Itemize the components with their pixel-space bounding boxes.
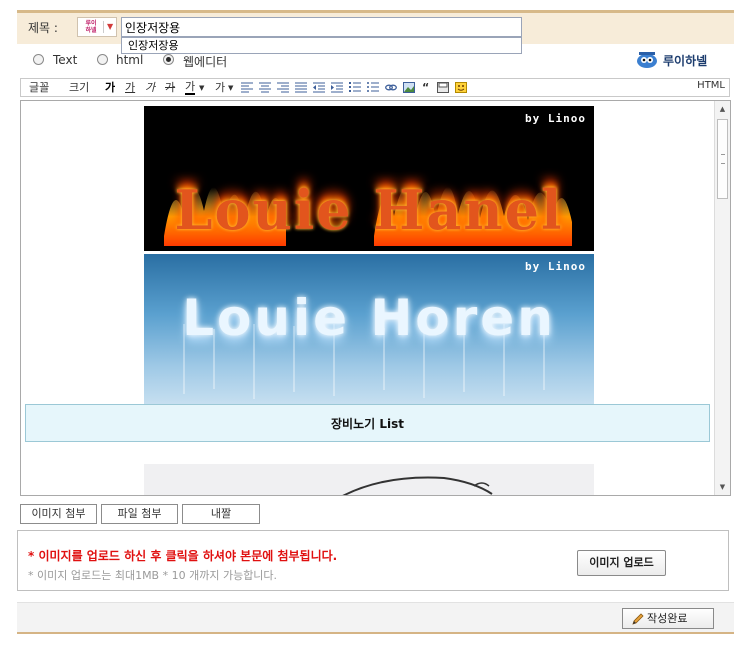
fire-banner-byline: by Linoo [525,112,586,125]
emblem-separator [103,21,104,33]
numbered-list-icon[interactable] [349,82,361,93]
footer-bar: 작성완료 [17,602,734,634]
scroll-thumb[interactable] [717,119,728,199]
image-upload-panel: * 이미지를 업로드 하신 후 클릭을 하셔야 본문에 첨부됩니다. * 이미지… [17,530,729,591]
upload-limit-note: * 이미지 업로드는 최대1MB * 10 개까지 가능합니다. [28,569,278,582]
file-attach-tab[interactable]: 파일 첨부 [101,504,178,524]
radio-webeditor-label: 웹에디터 [183,55,228,69]
italic-button[interactable]: 가 [145,80,155,96]
submit-button-label: 작성완료 [647,612,688,625]
align-center-icon[interactable] [259,82,271,93]
emblem-badge-text: 루이 하넬 [85,20,97,34]
sketch-lines [342,476,493,495]
scroll-down-arrow-icon[interactable]: ▼ [715,479,730,495]
emblem-dropdown[interactable]: 루이 하넬 ▼ [77,17,117,37]
image-upload-button[interactable]: 이미지 업로드 [577,550,666,576]
radio-webeditor-mode[interactable] [163,54,174,65]
underline-button[interactable]: 가 [125,80,135,96]
font-family-menu[interactable]: 글꼴 [29,80,49,96]
link-icon[interactable] [385,82,397,93]
bold-button[interactable]: 가 [105,80,115,96]
ice-banner-image: by Linoo Louie Horen [144,254,594,404]
emoticon-icon[interactable] [455,82,467,93]
ice-banner-byline: by Linoo [525,260,586,273]
text-color-button[interactable]: 가 [185,80,196,95]
align-left-icon[interactable] [241,82,253,93]
editor-content[interactable]: by Linoo Louie Hanel by Linoo Louie Hore… [20,100,731,496]
save-icon[interactable] [437,82,449,93]
ice-banner-title: Louie Horen [182,289,556,347]
indent-icon[interactable] [331,82,343,93]
title-label: 제목 : [28,21,58,35]
sketch-image [144,464,594,495]
brand-mascot-icon [637,52,657,68]
upload-warning-text: * 이미지를 업로드 하신 후 클릭을 하셔야 본문에 첨부됩니다. [28,549,338,563]
list-title: 장비노기 List [331,417,404,431]
bullet-list-icon[interactable] [367,82,379,93]
pencil-icon [632,613,644,625]
scroll-grip-icon [721,154,725,164]
chevron-down-icon: ▼ [107,22,114,31]
text-color-dropdown-icon[interactable]: ▼ [199,80,204,96]
brand-name[interactable]: 루이하넬 [663,52,707,69]
radio-html-mode[interactable] [97,54,108,65]
fire-banner-title: Louie Hanel [174,178,564,242]
align-right-icon[interactable] [277,82,289,93]
my-images-tab[interactable]: 내짤 [182,504,260,524]
strikethrough-button[interactable]: 가 [165,80,175,96]
bg-color-button[interactable]: 가 [215,80,225,96]
radio-text-label: Text [53,53,78,67]
image-attach-tab[interactable]: 이미지 첨부 [20,504,97,524]
radio-html-label: html [116,53,144,67]
title-autocomplete-item[interactable]: 인장저장용 [121,37,522,54]
list-header-box: 장비노기 List [25,404,710,442]
fire-banner-image: by Linoo Louie Hanel [144,106,594,251]
title-input[interactable]: 인장저장용 [121,17,522,37]
bg-color-dropdown-icon[interactable]: ▼ [228,80,233,96]
quote-icon[interactable]: “ [422,80,429,96]
editor-toolbar: 글꼴 크기 가 가 가 가 가 ▼ 가 ▼ “ HTML [20,78,730,97]
html-source-toggle[interactable]: HTML [697,80,725,91]
editor-scrollbar[interactable]: ▲ ▼ [714,101,730,495]
align-justify-icon[interactable] [295,82,307,93]
radio-text-mode[interactable] [33,54,44,65]
scroll-up-arrow-icon[interactable]: ▲ [715,101,730,117]
submit-button[interactable]: 작성완료 [622,608,714,629]
font-size-menu[interactable]: 크기 [69,80,89,96]
image-insert-icon[interactable] [403,82,415,93]
outdent-icon[interactable] [313,82,325,93]
